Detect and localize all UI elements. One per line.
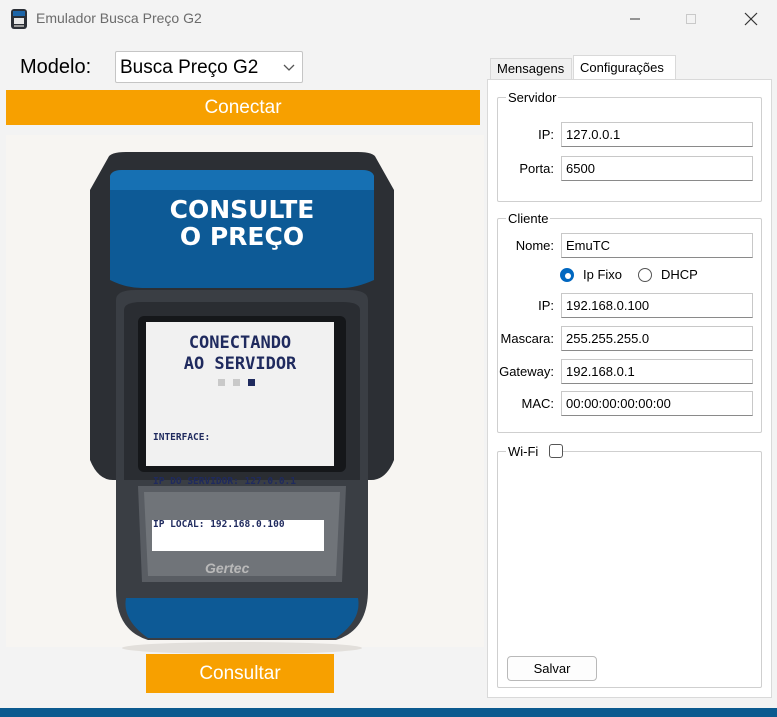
dhcp-radio[interactable] [638, 268, 652, 282]
nome-input[interactable]: EmuTC [561, 233, 753, 258]
gateway-input[interactable]: 192.168.0.1 [561, 359, 753, 384]
progress-dot-1 [218, 379, 225, 386]
screen-line-2: AO SERVIDOR [183, 354, 297, 374]
device-banner: CONSULTE O PREÇO [110, 196, 374, 250]
mac-input[interactable]: 00:00:00:00:00:00 [561, 391, 753, 416]
device-brand-logo: Gertec [205, 560, 250, 576]
mac-label: MAC: [521, 396, 555, 411]
info-line-3: IP LOCAL: 192.168.0.100 [153, 519, 285, 530]
close-button[interactable] [728, 0, 774, 38]
servidor-porta-label: Porta: [519, 161, 554, 176]
wifi-checkbox[interactable] [549, 444, 563, 458]
cliente-group-label: Cliente [506, 211, 551, 226]
tab-configuracoes[interactable]: Configurações [573, 55, 676, 80]
wifi-group [497, 451, 762, 688]
ip-fixo-label: Ip Fixo [583, 267, 623, 282]
progress-dot-3 [248, 379, 255, 386]
screen-info: INTERFACE: IP DO SERVIDOR: 127.0.0.1 IP … [153, 402, 296, 547]
maximize-button [668, 0, 714, 38]
screen-line-1: CONECTANDO [188, 333, 292, 353]
salvar-button[interactable]: Salvar [507, 656, 597, 681]
ip-fixo-radio[interactable] [560, 268, 574, 282]
servidor-ip-input[interactable]: 127.0.0.1 [561, 122, 753, 147]
tab-mensagens[interactable]: Mensagens [490, 58, 572, 80]
progress-dot-2 [233, 379, 240, 386]
servidor-ip-label: IP: [538, 127, 554, 142]
mascara-input[interactable]: 255.255.255.0 [561, 326, 753, 351]
servidor-group [497, 97, 762, 202]
servidor-group-label: Servidor [506, 90, 559, 105]
close-icon [744, 12, 758, 26]
minimize-icon [630, 18, 640, 20]
dhcp-label: DHCP [661, 267, 698, 282]
nome-label: Nome: [515, 238, 554, 253]
banner-line-1: CONSULTE [169, 195, 315, 224]
maximize-icon [686, 14, 696, 24]
window-title: Emulador Busca Preço G2 [36, 10, 202, 26]
minimize-button[interactable] [612, 0, 658, 38]
modelo-select-value: Busca Preço G2 [120, 57, 259, 78]
chevron-down-icon [283, 64, 295, 71]
cliente-ip-label: IP: [538, 298, 554, 313]
bottom-accent-bar [0, 708, 777, 717]
cliente-ip-input[interactable]: 192.168.0.100 [561, 293, 753, 318]
mascara-label: Mascara: [500, 331, 554, 346]
servidor-porta-input[interactable]: 6500 [561, 156, 753, 181]
conectar-button[interactable]: Conectar [6, 90, 480, 125]
info-line-2: IP DO SERVIDOR: 127.0.0.1 [153, 475, 296, 487]
gateway-label: Gateway: [499, 364, 554, 379]
screen-status: CONECTANDO AO SERVIDOR [146, 333, 334, 375]
banner-line-2: O PREÇO [179, 222, 305, 251]
consultar-button[interactable]: Consultar [146, 654, 334, 693]
modelo-label: Modelo: [20, 56, 92, 78]
info-line-1: INTERFACE: [153, 432, 211, 443]
barcode-scanner-icon [11, 9, 27, 29]
modelo-select[interactable]: Busca Preço G2 [115, 51, 303, 83]
